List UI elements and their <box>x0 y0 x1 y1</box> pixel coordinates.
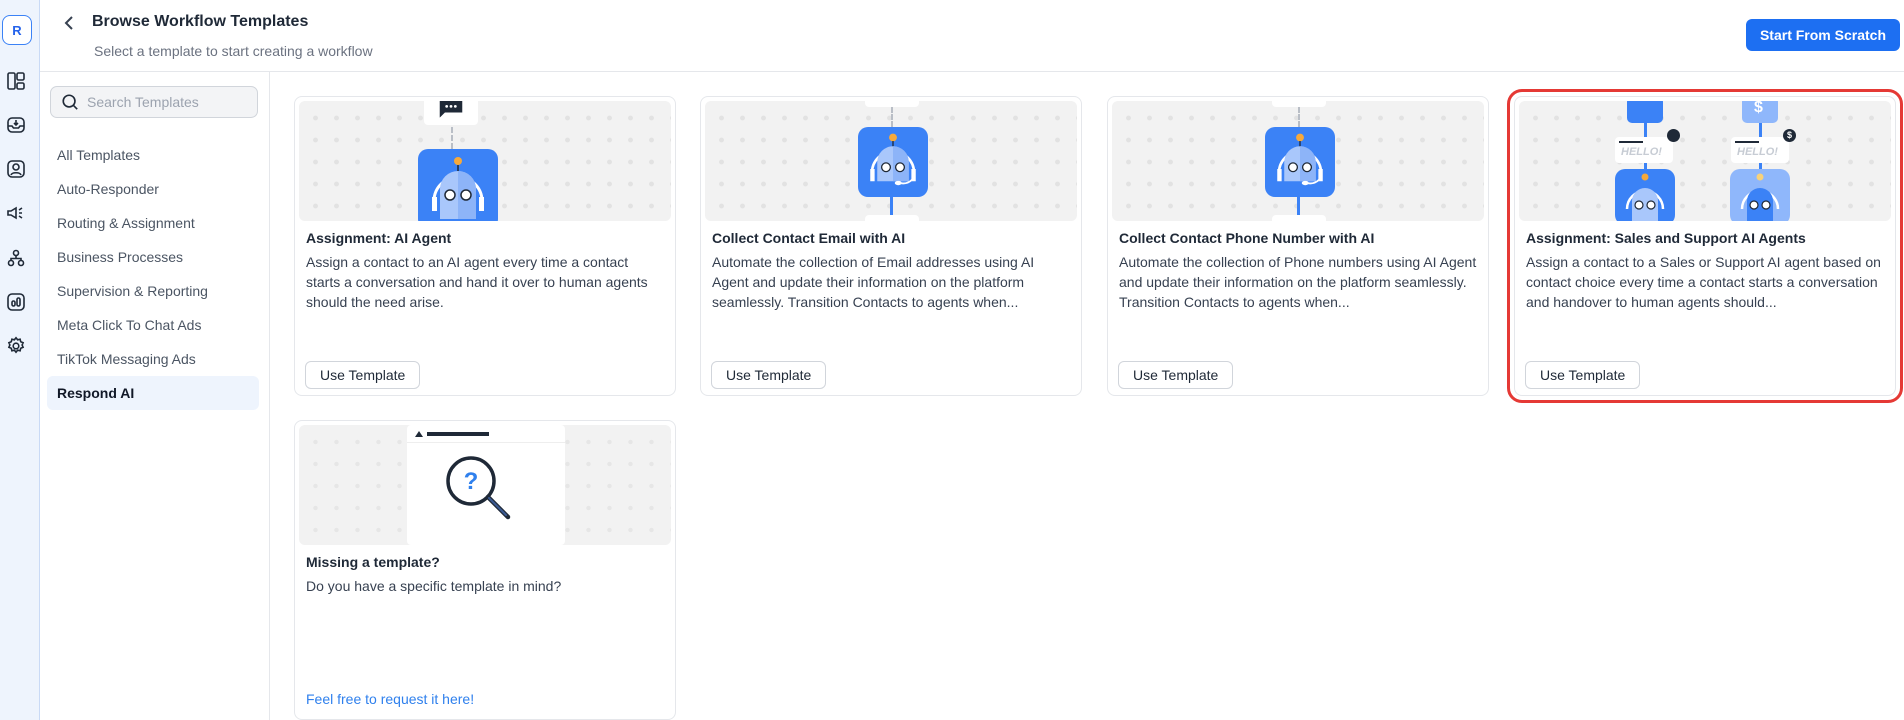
template-illustration: HELLO! $ HELLO! $ <box>1519 101 1891 221</box>
ai-agent-icon <box>858 127 928 197</box>
category-auto-responder[interactable]: Auto-Responder <box>47 172 259 206</box>
category-sidebar: All Templates Auto-Responder Routing & A… <box>40 72 270 720</box>
app-nav-rail: R <box>0 0 40 720</box>
template-description: Assign a contact to an AI agent every ti… <box>306 254 648 310</box>
contacts-icon[interactable] <box>5 158 27 180</box>
template-illustration <box>1112 101 1484 221</box>
svg-text:?: ? <box>464 468 479 495</box>
support-badge-icon <box>1667 129 1680 142</box>
use-template-button[interactable]: Use Template <box>1525 361 1641 389</box>
workspace-avatar[interactable]: R <box>2 15 32 45</box>
request-template-link[interactable]: Feel free to request it here! <box>306 691 474 707</box>
search-field[interactable] <box>50 86 258 118</box>
dashboard-icon[interactable] <box>5 70 27 92</box>
category-business-processes[interactable]: Business Processes <box>47 240 259 274</box>
use-template-button[interactable]: Use Template <box>305 361 421 389</box>
search-icon <box>62 94 78 110</box>
template-description: Assign a contact to a Sales or Support A… <box>1526 254 1881 310</box>
support-ai-agent-icon <box>1615 169 1675 221</box>
missing-template-title: Missing a template? <box>306 554 440 570</box>
workflows-icon[interactable] <box>5 247 27 269</box>
template-card-highlighted[interactable]: HELLO! $ HELLO! $ Assignment: Sales and … <box>1507 89 1903 403</box>
start-from-scratch-button[interactable]: Start From Scratch <box>1746 19 1900 51</box>
template-title: Collect Contact Email with AI <box>712 230 906 246</box>
chat-bubble-icon <box>439 101 463 118</box>
sales-ai-agent-icon <box>1730 169 1790 221</box>
template-title: Assignment: AI Agent <box>306 230 452 246</box>
category-all-templates[interactable]: All Templates <box>47 138 259 172</box>
page-title: Browse Workflow Templates <box>92 13 309 30</box>
chevron-left-icon <box>64 16 73 30</box>
category-list: All Templates Auto-Responder Routing & A… <box>47 138 259 410</box>
use-template-button[interactable]: Use Template <box>711 361 827 389</box>
reports-icon[interactable] <box>5 291 27 313</box>
template-title: Collect Contact Phone Number with AI <box>1119 230 1375 246</box>
settings-icon[interactable] <box>5 335 27 357</box>
use-template-button[interactable]: Use Template <box>1118 361 1234 389</box>
template-card[interactable]: Assignment: AI Agent Assign a contact to… <box>294 96 676 396</box>
chat-node <box>424 101 478 125</box>
ai-agent-icon <box>418 149 498 221</box>
page-header: Browse Workflow Templates Select a templ… <box>40 0 1904 72</box>
template-illustration <box>705 101 1077 221</box>
template-card[interactable]: Collect Contact Phone Number with AI Aut… <box>1107 96 1489 396</box>
support-headset-icon <box>1627 101 1663 123</box>
category-respond-ai[interactable]: Respond AI <box>47 376 259 410</box>
template-title: Assignment: Sales and Support AI Agents <box>1526 230 1806 246</box>
missing-template-card: ? Missing a template? Do you have a spec… <box>294 420 676 720</box>
magnifier-question-icon: ? <box>446 456 511 520</box>
missing-template-illustration: ? <box>299 425 671 545</box>
category-tiktok-messaging-ads[interactable]: TikTok Messaging Ads <box>47 342 259 376</box>
template-description: Automate the collection of Email address… <box>712 254 1035 310</box>
category-routing-assignment[interactable]: Routing & Assignment <box>47 206 259 240</box>
sales-badge-icon: $ <box>1783 129 1796 142</box>
missing-template-description: Do you have a specific template in mind? <box>306 578 562 594</box>
ai-agent-icon <box>1265 127 1335 197</box>
broadcast-icon[interactable] <box>5 202 27 224</box>
template-illustration <box>299 101 671 221</box>
category-meta-click-to-chat-ads[interactable]: Meta Click To Chat Ads <box>47 308 259 342</box>
template-description: Automate the collection of Phone numbers… <box>1119 254 1477 310</box>
category-supervision-reporting[interactable]: Supervision & Reporting <box>47 274 259 308</box>
back-button[interactable] <box>58 11 82 35</box>
inbox-icon[interactable] <box>5 114 27 136</box>
template-card[interactable]: Collect Contact Email with AI Automate t… <box>700 96 1082 396</box>
search-input[interactable] <box>87 94 247 110</box>
sales-dollar-icon: $ <box>1742 101 1778 123</box>
page-subtitle: Select a template to start creating a wo… <box>94 43 373 59</box>
